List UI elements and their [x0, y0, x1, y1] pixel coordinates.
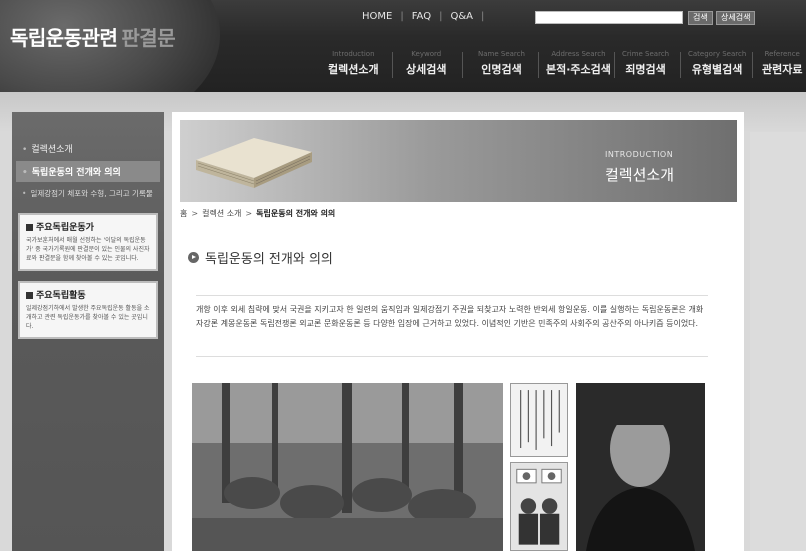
- featured-activists-box[interactable]: 주요독립운동가 국가보훈처에서 매월 선정하는 '이달의 독립운동가' 중 국가…: [18, 213, 158, 271]
- box-title-text: 주요독립활동: [36, 291, 86, 301]
- bullet-icon: •: [22, 189, 27, 198]
- independence-army-photo: [192, 383, 503, 551]
- featured-activities-box[interactable]: 주요독립활동 일제강점기하에서 발생한 주요독립운동 활동을 소개하고 관련 독…: [18, 281, 158, 339]
- portrait-photo: [576, 383, 705, 551]
- gnb-item-introduction[interactable]: Introduction 컬렉션소개: [328, 50, 379, 77]
- gnb-item-en: Address Search: [551, 50, 606, 58]
- intro-paragraph: 개항 이후 외세 침략에 맞서 국권을 지키고자 한 일련의 움직임과 일제강점…: [196, 305, 704, 328]
- main-content: INTRODUCTION 컬렉션소개 홈 > 컬렉션 소개 > 독립운동의 전개…: [172, 112, 744, 551]
- divider: [196, 295, 708, 296]
- gnb-item-label: 유형별검색: [691, 63, 743, 76]
- sidebar: • 컬렉션소개 • 독립운동의 전개와 의의 • 일제강점기 체포와 수형, 그리고 …: [12, 112, 164, 551]
- gnb-item-en: Crime Search: [622, 50, 670, 58]
- sidebar-item-label: 일제강점기 체포와 수형, 그리고 기록물: [30, 189, 153, 198]
- box-title: 주요독립운동가: [26, 220, 150, 233]
- gnb-item-crime-search[interactable]: Crime Search 죄명검색: [622, 50, 669, 77]
- logo-main: 독립운동관련: [10, 26, 118, 50]
- home-link[interactable]: HOME: [362, 11, 392, 22]
- separator: |: [480, 11, 485, 22]
- banner-title: 컬렉션소개: [605, 166, 675, 184]
- site-header: 독립운동관련 판결문 HOME | FAQ | Q&A | 검색 상세검색 Int…: [0, 0, 806, 92]
- handwritten-document-image: [510, 383, 568, 457]
- page-background: [750, 132, 806, 551]
- sidebar-item-label: 컬렉션소개: [31, 145, 73, 155]
- gnb-item-label: 인명검색: [481, 63, 522, 76]
- gnb-item-label: 죄명검색: [625, 63, 666, 76]
- global-nav: Introduction 컬렉션소개 Keyword 상세검색 Name Sea…: [0, 50, 806, 90]
- faq-link[interactable]: FAQ: [412, 11, 431, 22]
- gnb-item-en: Introduction: [332, 50, 375, 58]
- breadcrumb-home[interactable]: 홈: [180, 208, 187, 219]
- sidebar-item-label: 독립운동의 전개와 의의: [31, 168, 121, 178]
- logo-sub: 판결문: [121, 26, 176, 50]
- top-utility-nav: HOME | FAQ | Q&A |: [362, 11, 492, 22]
- breadcrumb: 홈 > 컬렉션 소개 > 독립운동의 전개와 의의: [180, 208, 335, 219]
- gnb-divider: [538, 52, 539, 78]
- gnb-item-address-search[interactable]: Address Search 본적·주소검색: [546, 50, 611, 77]
- gnb-item-category-search[interactable]: Category Search 유형별검색: [688, 50, 746, 77]
- search-input[interactable]: [535, 11, 683, 24]
- gnb-item-label: 관련자료: [762, 63, 803, 76]
- gnb-divider: [614, 52, 615, 78]
- bullet-icon: •: [22, 145, 28, 155]
- gnb-item-label: 컬렉션소개: [328, 63, 379, 76]
- gnb-divider: [680, 52, 681, 78]
- divider: [196, 356, 708, 357]
- qna-link[interactable]: Q&A: [450, 11, 473, 22]
- flag-portrait-image: [510, 462, 568, 551]
- breadcrumb-parent[interactable]: 컬렉션 소개: [202, 208, 241, 219]
- square-icon: [26, 292, 33, 299]
- sidebar-item-independence-movement[interactable]: • 독립운동의 전개와 의의: [16, 161, 160, 182]
- gnb-item-name-search[interactable]: Name Search 인명검색: [478, 50, 525, 77]
- bullet-icon: •: [22, 168, 28, 178]
- gnb-item-en: Category Search: [688, 50, 747, 58]
- gnb-item-label: 상세검색: [406, 63, 447, 76]
- sidebar-item-arrest-records[interactable]: • 일제강점기 체포와 수형, 그리고 기록물: [12, 184, 164, 203]
- gnb-divider: [752, 52, 753, 78]
- box-description: 일제강점기하에서 발생한 주요독립운동 활동을 소개하고 관련 독립운동가를 찾…: [26, 305, 150, 330]
- advanced-search-button[interactable]: 상세검색: [716, 11, 756, 25]
- gnb-divider: [462, 52, 463, 78]
- site-logo[interactable]: 독립운동관련 판결문: [10, 22, 176, 51]
- separator: |: [400, 11, 404, 22]
- play-circle-icon: [188, 252, 199, 263]
- gnb-item-en: Reference: [764, 50, 800, 58]
- search-button[interactable]: 검색: [688, 11, 713, 25]
- box-description: 국가보훈처에서 매월 선정하는 '이달의 독립운동가' 중 국가기록원에 판결문…: [26, 237, 150, 262]
- separator: |: [439, 11, 443, 22]
- old-book-image: [196, 138, 312, 188]
- gnb-item-label: 본적·주소검색: [546, 63, 611, 76]
- sidebar-item-collection-intro[interactable]: • 컬렉션소개: [12, 138, 164, 159]
- section-banner: INTRODUCTION 컬렉션소개: [180, 120, 737, 202]
- box-title: 주요독립활동: [26, 288, 150, 301]
- gnb-divider: [392, 52, 393, 78]
- chevron-right-icon: >: [245, 209, 253, 218]
- gnb-item-en: Name Search: [478, 50, 525, 58]
- gnb-item-en: Keyword: [411, 50, 442, 58]
- page-title-text: 독립운동의 전개와 의의: [205, 252, 333, 267]
- sidebar-menu: • 컬렉션소개 • 독립운동의 전개와 의의 • 일제강점기 체포와 수형, 그리고 …: [12, 112, 164, 203]
- banner-subtitle: INTRODUCTION: [605, 150, 674, 159]
- chevron-right-icon: >: [191, 209, 199, 218]
- square-icon: [26, 224, 33, 231]
- gnb-item-keyword[interactable]: Keyword 상세검색: [406, 50, 446, 77]
- breadcrumb-current: 독립운동의 전개와 의의: [256, 209, 336, 218]
- page-title: 독립운동의 전개와 의의: [188, 248, 333, 267]
- box-title-text: 주요독립운동가: [36, 223, 94, 233]
- gnb-item-reference[interactable]: Reference 관련자료: [762, 50, 802, 77]
